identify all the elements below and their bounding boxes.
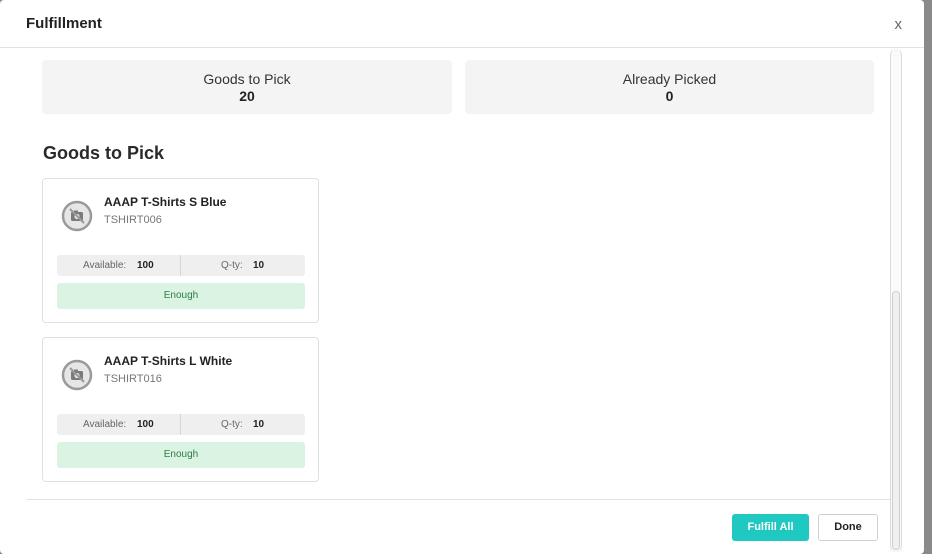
available-label: Available: — [83, 260, 127, 271]
done-button[interactable]: Done — [818, 514, 878, 541]
no-image-icon — [61, 359, 93, 391]
product-sku: TSHIRT016 — [104, 373, 162, 385]
qty-cell: Q-ty: 10 — [181, 414, 305, 435]
available-cell: Available: 100 — [57, 414, 181, 435]
qty-value: 10 — [253, 260, 265, 271]
quantity-row: Available: 100 Q-ty: 10 — [57, 414, 305, 435]
fulfill-all-button[interactable]: Fulfill All — [732, 514, 809, 541]
status-badge: Enough — [57, 283, 305, 309]
goods-to-pick-stat: Goods to Pick 20 — [42, 60, 452, 114]
stat-value: 0 — [665, 88, 674, 104]
stat-value: 20 — [239, 88, 255, 104]
product-name: AAAP T-Shirts L White — [104, 354, 233, 368]
modal-header: Fulfillment x — [0, 0, 924, 48]
modal-title: Fulfillment — [26, 15, 102, 32]
stat-label: Goods to Pick — [203, 71, 291, 87]
available-cell: Available: 100 — [57, 255, 181, 276]
item-card: AAAP T-Shirts L White TSHIRT016 Availabl… — [42, 337, 319, 482]
available-label: Available: — [83, 419, 127, 430]
quantity-row: Available: 100 Q-ty: 10 — [57, 255, 305, 276]
qty-label: Q-ty: — [221, 260, 243, 271]
qty-label: Q-ty: — [221, 419, 243, 430]
available-value: 100 — [137, 419, 154, 430]
modal-footer: Fulfill All Done — [26, 499, 890, 554]
qty-value: 10 — [253, 419, 265, 430]
modal-body[interactable]: Goods to Pick 20 Already Picked 0 Goods … — [0, 49, 890, 499]
scrollbar-thumb[interactable] — [892, 291, 900, 550]
scrollbar[interactable] — [890, 49, 902, 552]
product-name: AAAP T-Shirts S Blue — [104, 195, 227, 209]
fulfillment-modal: Fulfillment x Goods to Pick 20 Already P… — [0, 0, 924, 554]
available-value: 100 — [137, 260, 154, 271]
status-badge: Enough — [57, 442, 305, 468]
close-icon[interactable]: x — [895, 16, 903, 33]
no-image-icon — [61, 200, 93, 232]
stat-label: Already Picked — [622, 71, 717, 87]
product-sku: TSHIRT006 — [104, 214, 162, 226]
section-title: Goods to Pick — [43, 143, 165, 163]
already-picked-stat: Already Picked 0 — [465, 60, 874, 114]
qty-cell: Q-ty: 10 — [181, 255, 305, 276]
item-card: AAAP T-Shirts S Blue TSHIRT006 Available… — [42, 178, 319, 323]
